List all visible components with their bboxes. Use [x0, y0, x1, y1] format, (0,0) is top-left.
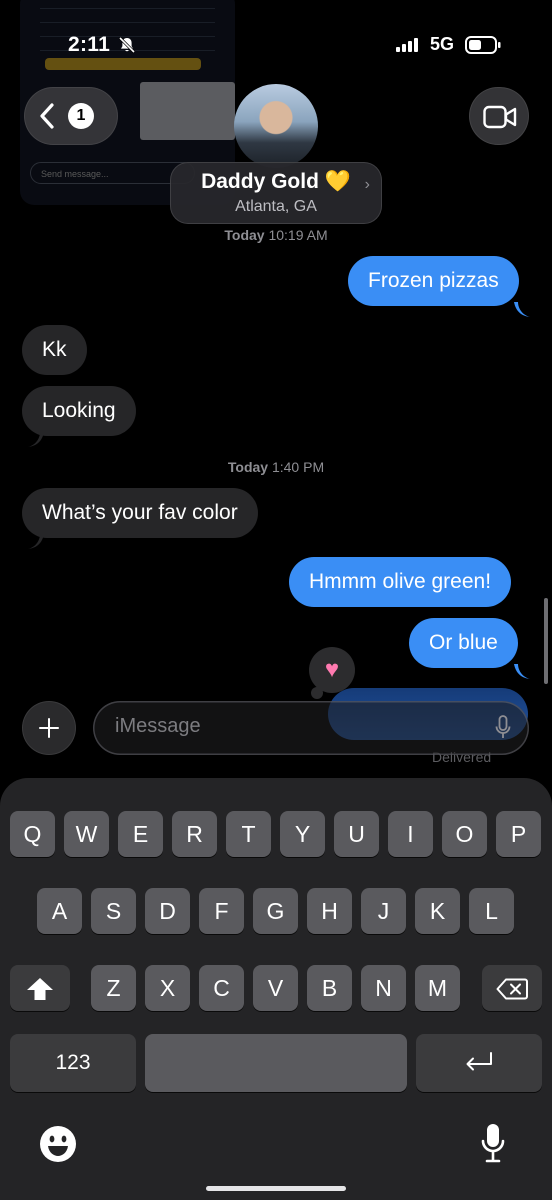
- key-r[interactable]: R: [172, 811, 217, 857]
- shift-icon: [27, 978, 53, 1000]
- tapback-heart[interactable]: ♥: [309, 647, 355, 693]
- contact-header[interactable]: Daddy Gold 💛 Atlanta, GA ›: [170, 162, 382, 224]
- preview-note: [140, 82, 235, 140]
- key-n[interactable]: N: [361, 965, 406, 1011]
- heart-icon: ♥: [324, 656, 340, 683]
- contact-name: Daddy Gold 💛: [201, 170, 351, 193]
- preview-row: [40, 0, 215, 9]
- bell-muted-icon: [118, 36, 136, 54]
- back-button[interactable]: 1: [24, 87, 118, 145]
- key-d[interactable]: D: [145, 888, 190, 934]
- key-h[interactable]: H: [307, 888, 352, 934]
- key-x[interactable]: X: [145, 965, 190, 1011]
- message-bubble-outgoing[interactable]: Hmmm olive green!: [289, 557, 512, 607]
- message-bubble-incoming[interactable]: Looking: [22, 386, 136, 436]
- bubble-tail: [514, 302, 530, 317]
- key-a[interactable]: A: [37, 888, 82, 934]
- key-q[interactable]: Q: [10, 811, 55, 857]
- preview-yellow-bar: [45, 58, 201, 70]
- timestamp-time: 1:40 PM: [271, 459, 325, 475]
- key-m[interactable]: M: [415, 965, 460, 1011]
- timestamp-day: Today: [224, 227, 265, 243]
- home-indicator[interactable]: [206, 1186, 346, 1191]
- apps-plus-button[interactable]: [22, 701, 76, 755]
- key-u[interactable]: U: [334, 811, 379, 857]
- keyboard: Q W E R T Y U I O P A S D F G H J K L Z …: [0, 778, 552, 1200]
- key-j[interactable]: J: [361, 888, 406, 934]
- dictation-mic-icon[interactable]: [495, 715, 511, 741]
- cellular-signal-icon: [396, 38, 418, 52]
- key-t[interactable]: T: [226, 811, 271, 857]
- chevron-right-icon: ›: [364, 176, 370, 193]
- key-c[interactable]: C: [199, 965, 244, 1011]
- shift-key[interactable]: [10, 965, 70, 1011]
- key-l[interactable]: L: [469, 888, 514, 934]
- return-key[interactable]: [416, 1034, 542, 1092]
- timestamp-day: Today: [227, 459, 269, 475]
- message-bubble-incoming[interactable]: Kk: [22, 325, 87, 375]
- timestamp-time: 10:19 AM: [268, 227, 328, 243]
- space-bar[interactable]: [145, 1034, 407, 1092]
- key-e[interactable]: E: [118, 811, 163, 857]
- key-v[interactable]: V: [253, 965, 298, 1011]
- key-k[interactable]: K: [415, 888, 460, 934]
- key-z[interactable]: Z: [91, 965, 136, 1011]
- key-p[interactable]: P: [496, 811, 541, 857]
- key-y[interactable]: Y: [280, 811, 325, 857]
- backspace-icon: [496, 978, 528, 1000]
- message-bubble-outgoing[interactable]: Or blue: [409, 618, 518, 668]
- status-time: 2:11: [68, 33, 111, 56]
- key-g[interactable]: G: [253, 888, 298, 934]
- numbers-key[interactable]: 123: [10, 1034, 136, 1092]
- imessage-input[interactable]: iMessage: [93, 701, 529, 755]
- key-f[interactable]: F: [199, 888, 244, 934]
- key-b[interactable]: B: [307, 965, 352, 1011]
- dictation-mic-icon[interactable]: [481, 1123, 505, 1165]
- bubble-tail: [514, 664, 530, 679]
- video-camera-icon: [483, 105, 517, 129]
- contact-avatar[interactable]: [234, 84, 318, 168]
- network-type: 5G: [430, 34, 455, 54]
- scroll-indicator[interactable]: [544, 598, 548, 684]
- preview-row: [40, 12, 215, 23]
- imessage-placeholder: iMessage: [115, 715, 201, 737]
- delete-key[interactable]: [482, 965, 542, 1011]
- chevron-left-icon: [40, 103, 54, 129]
- bubble-tail: [28, 534, 44, 549]
- key-w[interactable]: W: [64, 811, 109, 857]
- emoji-icon[interactable]: [39, 1125, 77, 1163]
- key-s[interactable]: S: [91, 888, 136, 934]
- bubble-tail: [28, 432, 44, 447]
- facetime-video-button[interactable]: [469, 87, 529, 145]
- message-bubble-outgoing[interactable]: Frozen pizzas: [348, 256, 519, 306]
- timestamp: Today 10:19 AM: [0, 227, 552, 243]
- return-icon: [466, 1052, 492, 1071]
- message-bubble-incoming[interactable]: What’s your fav color: [22, 488, 258, 538]
- contact-location: Atlanta, GA: [235, 198, 317, 215]
- timestamp: Today 1:40 PM: [0, 459, 552, 475]
- key-i[interactable]: I: [388, 811, 433, 857]
- unread-count-badge: 1: [68, 103, 94, 129]
- key-o[interactable]: O: [442, 811, 487, 857]
- battery-icon: [465, 36, 501, 54]
